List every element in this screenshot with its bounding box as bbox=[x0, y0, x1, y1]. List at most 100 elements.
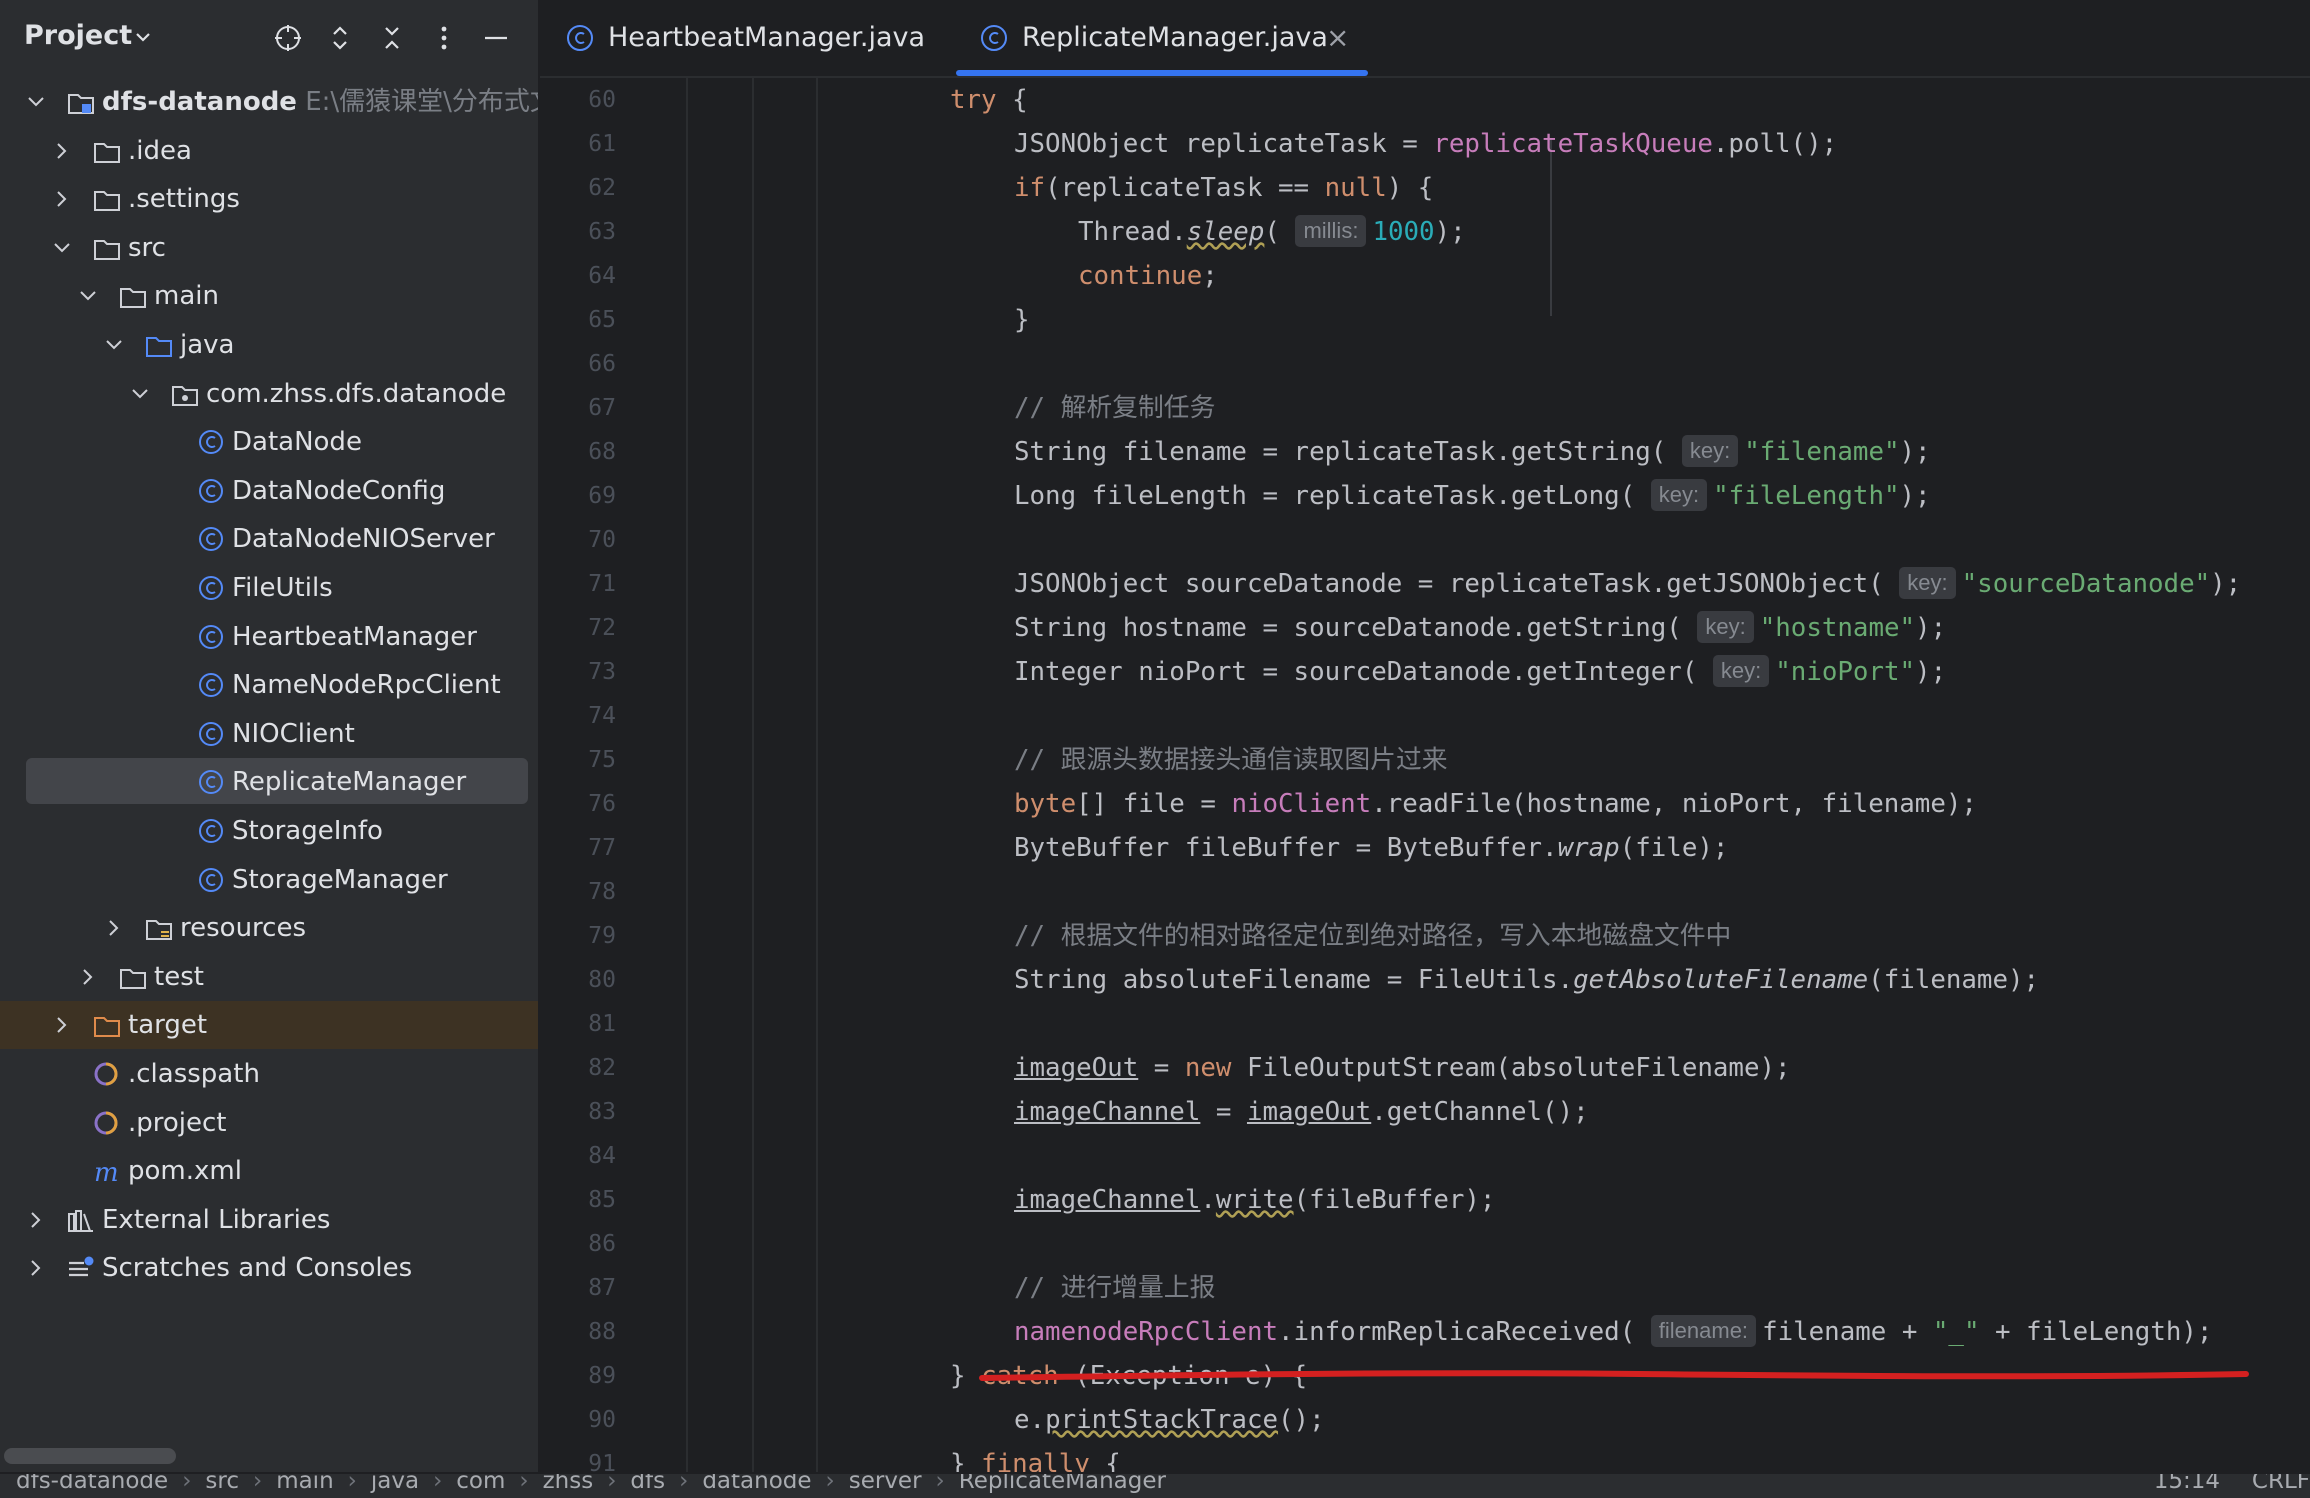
tree-item-heartbeatmanager[interactable]: HeartbeatManager bbox=[0, 613, 538, 661]
line-number[interactable]: 86 bbox=[540, 1222, 616, 1266]
tree-item-classpath[interactable]: .classpath bbox=[0, 1050, 538, 1098]
line-number[interactable]: 88 bbox=[540, 1310, 616, 1354]
line-number[interactable]: 62 bbox=[540, 166, 616, 210]
breadcrumb-item[interactable]: server bbox=[849, 1474, 922, 1494]
breadcrumb-item[interactable]: zhss bbox=[543, 1474, 594, 1494]
tree-item-main[interactable]: main bbox=[0, 272, 538, 320]
code-line[interactable]: // 根据文件的相对路径定位到绝对路径，写入本地磁盘文件中 bbox=[1014, 914, 1731, 958]
chevron-down-icon[interactable] bbox=[78, 286, 98, 306]
chevron-down-icon[interactable] bbox=[130, 384, 150, 404]
code-line[interactable]: if(replicateTask == null) { bbox=[1014, 166, 1433, 210]
line-number[interactable]: 87 bbox=[540, 1266, 616, 1310]
chevron-right-icon[interactable] bbox=[78, 967, 98, 987]
tree-item-external-libraries[interactable]: External Libraries bbox=[0, 1196, 538, 1244]
line-number[interactable]: 91 bbox=[540, 1442, 616, 1472]
code-line[interactable]: Thread.sleep( millis: 1000); bbox=[1078, 210, 1466, 254]
line-number[interactable]: 73 bbox=[540, 650, 616, 694]
line-number[interactable]: 63 bbox=[540, 210, 616, 254]
line-number[interactable]: 77 bbox=[540, 826, 616, 870]
line-number[interactable]: 78 bbox=[540, 870, 616, 914]
chevron-right-icon[interactable] bbox=[52, 1015, 72, 1035]
line-number[interactable]: 70 bbox=[540, 518, 616, 562]
line-number[interactable]: 71 bbox=[540, 562, 616, 606]
line-number[interactable]: 72 bbox=[540, 606, 616, 650]
code-line[interactable]: } catch (Exception e) { bbox=[950, 1354, 1307, 1398]
locate-icon[interactable] bbox=[272, 22, 304, 54]
tree-item-com-zhss-dfs-datanode[interactable]: com.zhss.dfs.datanode bbox=[0, 370, 538, 418]
line-number[interactable]: 75 bbox=[540, 738, 616, 782]
code-line[interactable]: Integer nioPort = sourceDatanode.getInte… bbox=[1014, 650, 1946, 694]
tree-item-storageinfo[interactable]: StorageInfo bbox=[0, 807, 538, 855]
tree-item-java[interactable]: java bbox=[0, 321, 538, 369]
code-line[interactable]: } finally { bbox=[950, 1442, 1121, 1472]
code-line[interactable]: JSONObject sourceDatanode = replicateTas… bbox=[1014, 562, 2241, 606]
tree-item-nioclient[interactable]: NIOClient bbox=[0, 710, 538, 758]
more-icon[interactable] bbox=[428, 22, 460, 54]
code-line[interactable]: imageOut = new FileOutputStream(absolute… bbox=[1014, 1046, 1791, 1090]
line-number[interactable]: 68 bbox=[540, 430, 616, 474]
line-number[interactable]: 82 bbox=[540, 1046, 616, 1090]
chevron-down-icon[interactable] bbox=[104, 335, 124, 355]
close-icon[interactable]: × bbox=[1326, 22, 1354, 54]
hide-icon[interactable] bbox=[480, 22, 512, 54]
line-number[interactable]: 84 bbox=[540, 1134, 616, 1178]
breadcrumb-item[interactable]: main bbox=[276, 1474, 333, 1494]
chevron-down-icon[interactable] bbox=[132, 26, 154, 48]
line-number[interactable]: 60 bbox=[540, 78, 616, 122]
code-line[interactable]: JSONObject replicateTask = replicateTask… bbox=[1014, 122, 1837, 166]
code-line[interactable]: e.printStackTrace(); bbox=[1014, 1398, 1325, 1442]
breadcrumb-item[interactable]: dfs-datanode bbox=[16, 1474, 168, 1494]
line-number[interactable]: 76 bbox=[540, 782, 616, 826]
chevron-right-icon[interactable] bbox=[52, 189, 72, 209]
code-line[interactable]: imageChannel = imageOut.getChannel(); bbox=[1014, 1090, 1589, 1134]
code-line[interactable]: imageChannel.write(fileBuffer); bbox=[1014, 1178, 1495, 1222]
project-panel-title[interactable]: Project bbox=[24, 20, 132, 51]
tree-item-storagemanager[interactable]: StorageManager bbox=[0, 856, 538, 904]
code-line[interactable]: String hostname = sourceDatanode.getStri… bbox=[1014, 606, 1946, 650]
line-number[interactable]: 80 bbox=[540, 958, 616, 1002]
expand-all-icon[interactable] bbox=[324, 22, 356, 54]
line-number[interactable]: 89 bbox=[540, 1354, 616, 1398]
code-line[interactable]: ByteBuffer fileBuffer = ByteBuffer.wrap(… bbox=[1014, 826, 1728, 870]
chevron-down-icon[interactable] bbox=[52, 238, 72, 258]
breadcrumb-item[interactable]: src bbox=[205, 1474, 239, 1494]
code-line[interactable]: // 跟源头数据接头通信读取图片过来 bbox=[1014, 738, 1448, 782]
collapse-all-icon[interactable] bbox=[376, 22, 408, 54]
project-scrollbar[interactable] bbox=[4, 1448, 176, 1464]
tree-item-resources[interactable]: resources bbox=[0, 904, 538, 952]
tab-replicatemanager[interactable]: ReplicateManager.java × bbox=[956, 0, 1368, 76]
line-number[interactable]: 65 bbox=[540, 298, 616, 342]
tree-item-replicatemanager[interactable]: ReplicateManager bbox=[0, 758, 538, 806]
tree-item-datanodenioserver[interactable]: DataNodeNIOServer bbox=[0, 515, 538, 563]
breadcrumb-item[interactable]: ReplicateManager bbox=[959, 1474, 1166, 1494]
code-line[interactable]: // 进行增量上报 bbox=[1014, 1266, 1215, 1310]
tree-item-settings[interactable]: .settings bbox=[0, 175, 538, 223]
line-number[interactable]: 66 bbox=[540, 342, 616, 386]
code-line[interactable]: } bbox=[1014, 298, 1030, 342]
line-number[interactable]: 83 bbox=[540, 1090, 616, 1134]
line-number[interactable]: 67 bbox=[540, 386, 616, 430]
code-line[interactable]: // 解析复制任务 bbox=[1014, 386, 1215, 430]
line-number[interactable]: 85 bbox=[540, 1178, 616, 1222]
breadcrumb-item[interactable]: com bbox=[456, 1474, 505, 1494]
line-number[interactable]: 79 bbox=[540, 914, 616, 958]
code-line[interactable]: continue; bbox=[1078, 254, 1218, 298]
tree-item-datanode[interactable]: DataNode bbox=[0, 418, 538, 466]
tree-item-idea[interactable]: .idea bbox=[0, 127, 538, 175]
tree-item-project[interactable]: .project bbox=[0, 1099, 538, 1147]
line-number[interactable]: 81 bbox=[540, 1002, 616, 1046]
tree-item-namenoderpcclient[interactable]: NameNodeRpcClient bbox=[0, 661, 538, 709]
code-line[interactable]: String filename = replicateTask.getStrin… bbox=[1014, 430, 1931, 474]
tree-item-scratches-and-consoles[interactable]: Scratches and Consoles bbox=[0, 1244, 538, 1292]
breadcrumb-item[interactable]: java bbox=[371, 1474, 419, 1494]
code-line[interactable]: try { bbox=[950, 78, 1028, 122]
tree-item-src[interactable]: src bbox=[0, 224, 538, 272]
chevron-right-icon[interactable] bbox=[52, 141, 72, 161]
tree-item-dfs-datanode[interactable]: dfs-datanode E:\儒猿课堂\分布式文 bbox=[0, 78, 538, 126]
tree-item-pom-xml[interactable]: m pom.xml bbox=[0, 1147, 538, 1195]
chevron-right-icon[interactable] bbox=[26, 1210, 46, 1230]
line-separator[interactable]: CRLF bbox=[2252, 1474, 2310, 1494]
tab-heartbeatmanager[interactable]: HeartbeatManager.java bbox=[566, 0, 946, 76]
tree-item-fileutils[interactable]: FileUtils bbox=[0, 564, 538, 612]
code-line[interactable]: namenodeRpcClient.informReplicaReceived(… bbox=[1014, 1310, 2212, 1354]
